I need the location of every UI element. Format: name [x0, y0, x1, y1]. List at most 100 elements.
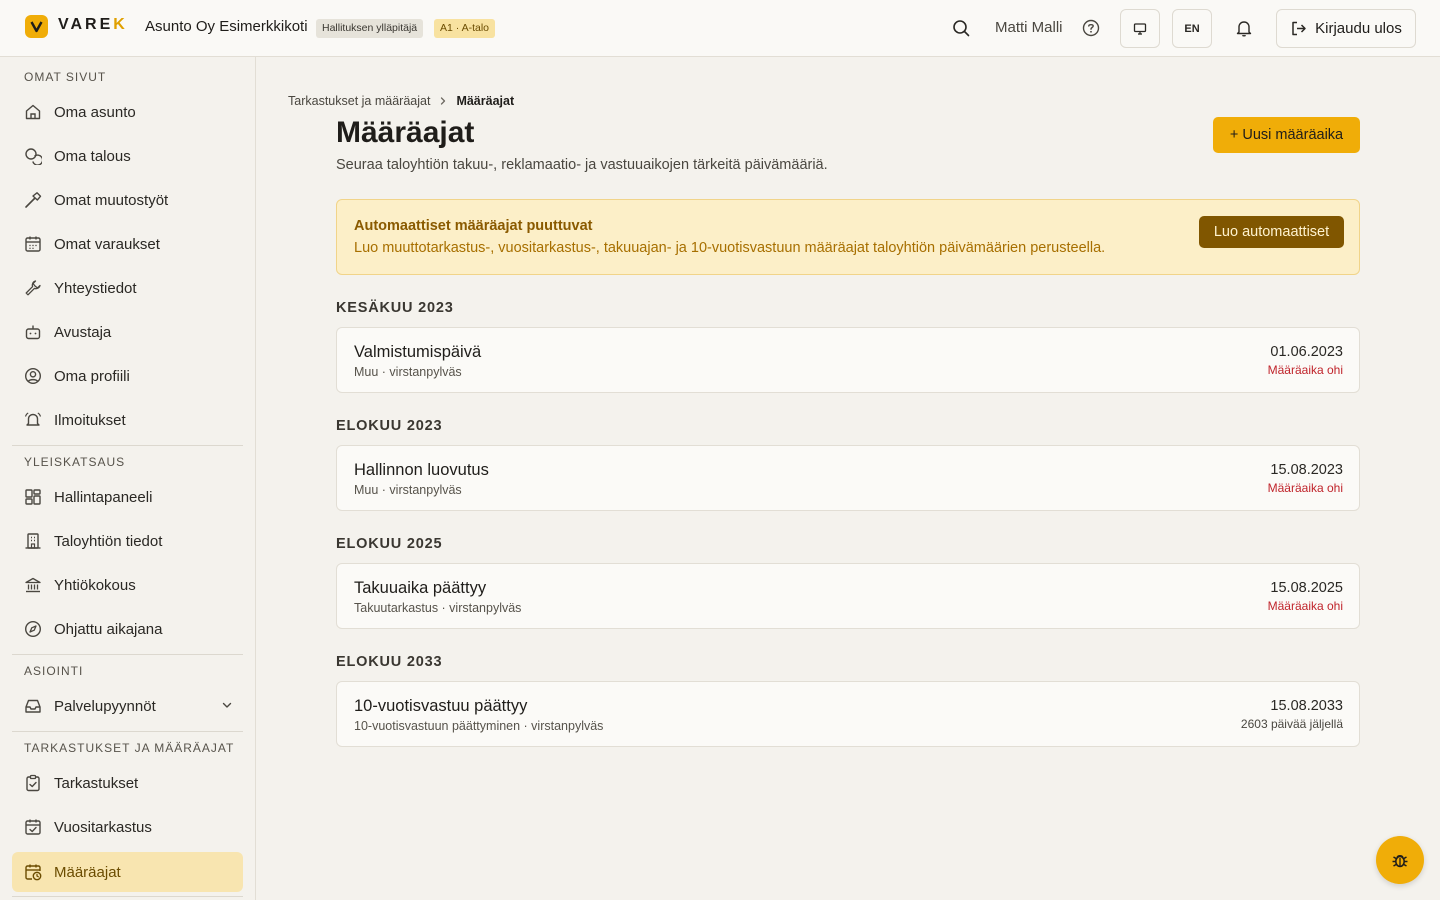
sidebar-item-yhteystiedot[interactable]: Yhteystiedot — [12, 268, 243, 308]
breadcrumb: Tarkastukset ja määräajat Määräajat — [288, 94, 514, 108]
deadline-date: 01.06.2023 — [1270, 344, 1343, 360]
chevron-down-icon[interactable] — [221, 699, 233, 711]
breadcrumb-parent-link[interactable]: Tarkastukset ja määräajat — [288, 94, 430, 108]
sidebar-item-tarkastukset[interactable]: Tarkastukset — [12, 763, 243, 803]
create-automatic-button[interactable]: Luo automaattiset — [1199, 216, 1344, 248]
sidebar-item-vuositarkastus[interactable]: Vuositarkastus — [12, 807, 243, 847]
dashboard-icon — [24, 488, 42, 506]
bell-icon[interactable] — [1234, 18, 1254, 38]
sidebar-item-label: Yhtiökokous — [54, 576, 136, 594]
deadline-status: Määräaika ohi — [1267, 363, 1343, 377]
section-title-omat-sivut: OMAT SIVUT — [24, 70, 107, 84]
deadline-card[interactable]: 10-vuotisvastuu päättyy 10-vuotisvastuun… — [336, 681, 1360, 747]
hammer-icon — [24, 191, 42, 209]
month-group-title: ELOKUU 2023 — [336, 418, 443, 434]
deadline-date: 15.08.2023 — [1270, 462, 1343, 478]
month-group-title: KESÄKUU 2023 — [336, 300, 454, 316]
sidebar-item-label: Oma profiili — [54, 367, 130, 385]
unit-badge: A1 · A-talo — [434, 19, 496, 38]
bot-icon — [24, 323, 42, 341]
inbox-icon — [24, 697, 42, 715]
company-name: Asunto Oy Esimerkkikoti — [145, 18, 308, 35]
section-title-yleiskatsaus: YLEISKATSAUS — [24, 455, 126, 469]
sidebar-item-avustaja[interactable]: Avustaja — [12, 312, 243, 352]
logout-label: Kirjaudu ulos — [1315, 20, 1402, 37]
sidebar-item-label: Hallintapaneeli — [54, 488, 153, 506]
app-header: VAREK Asunto Oy Esimerkkikoti Hallitukse… — [0, 0, 1440, 57]
calendar-check-icon — [24, 818, 42, 836]
page-subtitle: Seuraa taloyhtiön takuu-, reklamaatio- j… — [336, 157, 828, 173]
role-badge: Hallituksen ylläpitäjä — [316, 19, 424, 38]
sidebar-item-label: Oma asunto — [54, 103, 136, 121]
deadline-card[interactable]: Valmistumispäivä Muu · virstanpylväs 01.… — [336, 327, 1360, 393]
deadline-title: Hallinnon luovutus — [354, 461, 489, 479]
logo-mark-icon[interactable] — [25, 15, 48, 38]
monitor-icon — [1133, 22, 1147, 36]
sidebar-item-omat-varaukset[interactable]: Omat varaukset — [12, 224, 243, 264]
section-title-asiointi: ASIOINTI — [24, 664, 84, 678]
sidebar-item-yhtiokokous[interactable]: Yhtiökokous — [12, 565, 243, 605]
logout-button[interactable]: Kirjaudu ulos — [1276, 9, 1416, 48]
user-name[interactable]: Matti Malli — [995, 19, 1063, 36]
sidebar-divider — [12, 654, 243, 655]
sidebar-item-label: Taloyhtiön tiedot — [54, 532, 163, 550]
deadline-meta: Muu · virstanpylväs — [354, 483, 462, 497]
sidebar-item-oma-profiili[interactable]: Oma profiili — [12, 356, 243, 396]
new-deadline-button[interactable]: + Uusi määräaika — [1213, 117, 1360, 153]
page-title: Määräajat — [336, 116, 475, 149]
home-icon — [24, 103, 42, 121]
building-icon — [24, 532, 42, 550]
compass-icon — [24, 620, 42, 638]
sidebar-item-label: Yhteystiedot — [54, 279, 137, 297]
coins-icon — [24, 147, 42, 165]
month-group-title: ELOKUU 2033 — [336, 654, 443, 670]
section-title-tarkastukset: TARKASTUKSET JA MÄÄRÄAJAT — [24, 741, 235, 755]
sidebar-item-ohjattu-aikajana[interactable]: Ohjattu aikajana — [12, 609, 243, 649]
sidebar-item-label: Palvelupyynnöt — [54, 697, 156, 715]
help-icon[interactable] — [1081, 18, 1101, 38]
sidebar-item-omat-muutostyot[interactable]: Omat muutostyöt — [12, 180, 243, 220]
search-icon[interactable] — [951, 18, 971, 38]
logo-text[interactable]: VAREK — [58, 16, 128, 34]
missing-automatic-deadlines-alert: Automaattiset määräajat puuttuvat Luo mu… — [336, 199, 1360, 275]
month-group-title: ELOKUU 2025 — [336, 536, 443, 552]
sidebar-item-label: Vuositarkastus — [54, 818, 152, 836]
sidebar-item-maaraajat[interactable]: Määräajat — [12, 852, 243, 892]
alert-text: Luo muuttotarkastus-, vuositarkastus-, t… — [354, 240, 1106, 256]
sidebar-item-label: Ohjattu aikajana — [54, 620, 163, 638]
sidebar-divider — [12, 896, 243, 897]
deadline-meta: Muu · virstanpylväs — [354, 365, 462, 379]
sidebar-item-palvelupyynnot[interactable]: Palvelupyynnöt — [12, 686, 243, 726]
deadline-card[interactable]: Takuuaika päättyy Takuutarkastus · virst… — [336, 563, 1360, 629]
deadline-date: 15.08.2033 — [1270, 698, 1343, 714]
deadline-status: Määräaika ohi — [1267, 599, 1343, 613]
sidebar-item-label: Tarkastukset — [54, 774, 139, 792]
logout-icon — [1290, 20, 1307, 37]
deadline-card[interactable]: Hallinnon luovutus Muu · virstanpylväs 1… — [336, 445, 1360, 511]
deadline-title: Valmistumispäivä — [354, 343, 482, 361]
sidebar-item-oma-asunto[interactable]: Oma asunto — [12, 92, 243, 132]
sidebar-item-taloyhtion-tiedot[interactable]: Taloyhtiön tiedot — [12, 521, 243, 561]
sidebar-item-label: Avustaja — [54, 323, 112, 341]
sidebar: OMAT SIVUT Oma asunto Oma talous Omat mu… — [0, 57, 256, 900]
deadline-meta: 10-vuotisvastuun päättyminen · virstanpy… — [354, 719, 604, 733]
clipboard-check-icon — [24, 774, 42, 792]
wrench-icon — [24, 279, 42, 297]
calendar-clock-icon — [24, 863, 42, 881]
sidebar-item-ilmoitukset[interactable]: Ilmoitukset — [12, 400, 243, 440]
sidebar-item-label: Omat varaukset — [54, 235, 160, 253]
sidebar-divider — [12, 731, 243, 732]
display-mode-button[interactable] — [1120, 9, 1160, 48]
sidebar-item-hallintapaneeli[interactable]: Hallintapaneeli — [12, 477, 243, 517]
user-circle-icon — [24, 367, 42, 385]
landmark-icon — [24, 576, 42, 594]
sidebar-item-oma-talous[interactable]: Oma talous — [12, 136, 243, 176]
sidebar-divider — [12, 445, 243, 446]
alert-title: Automaattiset määräajat puuttuvat — [354, 218, 593, 234]
language-button[interactable]: EN — [1172, 9, 1212, 48]
chevron-right-icon — [438, 96, 448, 106]
deadline-title: 10-vuotisvastuu päättyy — [354, 697, 528, 715]
bug-report-button[interactable] — [1376, 836, 1424, 884]
sidebar-item-label: Oma talous — [54, 147, 131, 165]
deadline-date: 15.08.2025 — [1270, 580, 1343, 596]
